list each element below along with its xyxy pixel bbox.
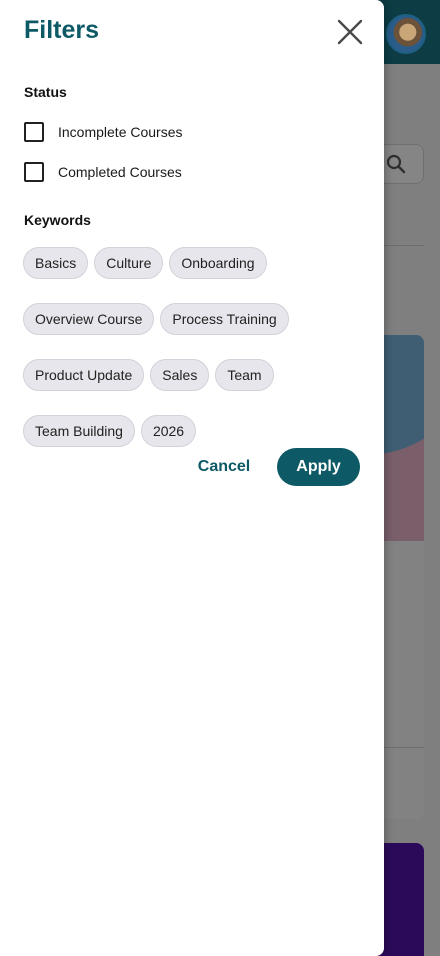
keyword-chip[interactable]: Sales [150, 359, 210, 391]
keyword-chip[interactable]: Process Training [160, 303, 289, 335]
close-button[interactable] [332, 14, 368, 50]
keyword-chip[interactable]: Onboarding [169, 247, 267, 279]
completed-courses-checkbox[interactable]: Completed Courses [24, 160, 182, 184]
keyword-chip[interactable]: Product Update [23, 359, 145, 391]
search-icon [386, 154, 406, 174]
drawer-title: Filters [24, 16, 100, 44]
checkbox[interactable] [24, 122, 44, 142]
checkbox-label: Incomplete Courses [58, 124, 183, 140]
incomplete-courses-checkbox[interactable]: Incomplete Courses [24, 120, 183, 144]
avatar[interactable] [386, 14, 426, 54]
cancel-button[interactable]: Cancel [184, 448, 264, 486]
filters-drawer: Filters Status Incomplete Courses Comple… [0, 0, 384, 956]
keyword-chip[interactable]: Basics [23, 247, 89, 279]
keyword-chips: Basics Culture Onboarding Overview Cours… [23, 247, 363, 447]
close-icon [337, 19, 363, 45]
keyword-chip[interactable]: Team Building [23, 415, 135, 447]
checkbox-label: Completed Courses [58, 164, 182, 180]
checkbox[interactable] [24, 162, 44, 182]
keyword-chip[interactable]: Team [215, 359, 274, 391]
status-heading: Status [24, 84, 67, 100]
keyword-chip[interactable]: 2026 [140, 415, 197, 447]
keyword-chip[interactable]: Overview Course [23, 303, 155, 335]
keywords-heading: Keywords [24, 212, 91, 228]
keyword-chip[interactable]: Culture [94, 247, 164, 279]
apply-button[interactable]: Apply [277, 448, 360, 486]
